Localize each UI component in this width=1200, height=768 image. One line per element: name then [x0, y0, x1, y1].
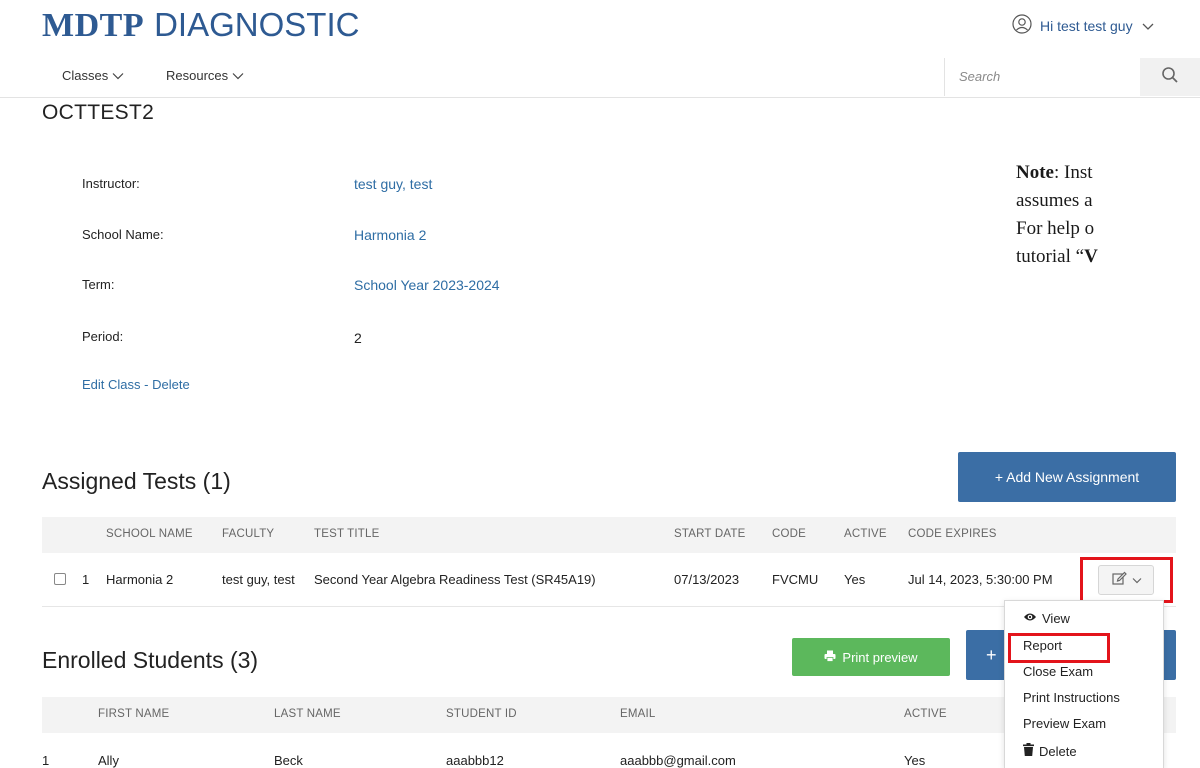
print-preview-button[interactable]: Print preview: [792, 638, 950, 676]
search-button[interactable]: [1140, 58, 1200, 96]
menu-item-delete[interactable]: Delete: [1023, 743, 1077, 759]
menu-item-view[interactable]: View: [1023, 611, 1070, 626]
period-value: 2: [354, 330, 362, 346]
user-menu[interactable]: Hi test test guy: [1012, 14, 1155, 37]
chevron-down-icon: [1141, 18, 1155, 34]
search-input[interactable]: Search: [944, 58, 1140, 96]
column-header: LAST NAME: [274, 708, 341, 720]
note-line3: For help o: [1016, 218, 1095, 239]
menu-item-label: View: [1042, 611, 1070, 626]
note-bold-label: Note: [1016, 162, 1054, 183]
chevron-down-icon: [232, 68, 244, 83]
nav-resources[interactable]: Resources: [166, 68, 244, 83]
user-avatar-icon: [1012, 14, 1032, 37]
menu-item-label: Delete: [1039, 743, 1077, 759]
class-actions: Edit Class - Delete: [82, 377, 190, 392]
student-first-name: Ally: [98, 753, 119, 768]
chevron-down-icon: [112, 68, 124, 83]
row-index: 1: [82, 572, 90, 587]
trash-icon: [1023, 743, 1034, 759]
nav-classes[interactable]: Classes: [62, 68, 124, 83]
column-header: START DATE: [674, 528, 746, 540]
search-icon: [1161, 66, 1179, 89]
edit-class-link[interactable]: Edit Class: [82, 377, 141, 392]
column-header: CODE EXPIRES: [908, 528, 997, 540]
student-active: Yes: [904, 753, 926, 768]
menu-item-label: Preview Exam: [1023, 716, 1107, 731]
term-link[interactable]: School Year 2023-2024: [354, 277, 500, 293]
row-actions-menu: View Report Close Exam Print Instruction…: [1004, 600, 1164, 768]
assigned-tests-title: Assigned Tests (1): [42, 468, 231, 494]
brand-name-light: DIAGNOSTIC: [154, 6, 360, 43]
school-name-label: School Name:: [82, 227, 164, 242]
user-greeting: Hi test test guy: [1040, 17, 1133, 34]
column-header: STUDENT ID: [446, 708, 517, 720]
row-test-title: Second Year Algebra Readiness Test (SR45…: [314, 572, 596, 587]
edit-icon: [1111, 570, 1127, 591]
row-checkbox[interactable]: [54, 573, 66, 585]
row-faculty-link[interactable]: test guy, test: [222, 572, 295, 587]
eye-icon: [1023, 611, 1037, 626]
column-header: TEST TITLE: [314, 528, 380, 540]
report-highlight: [1008, 633, 1110, 663]
link-separator: -: [144, 377, 149, 392]
row-code: FVCMU: [772, 572, 819, 587]
note-line4-bold: V: [1084, 246, 1098, 267]
note-line1: : Inst: [1053, 162, 1093, 183]
column-header: FACULTY: [222, 528, 275, 540]
search-placeholder: Search: [959, 69, 1001, 84]
delete-class-link[interactable]: Delete: [152, 377, 190, 392]
nav-classes-label: Classes: [62, 68, 109, 83]
add-new-assignment-button[interactable]: + Add New Assignment: [958, 452, 1176, 502]
row-active: Yes: [844, 572, 866, 587]
page-title: OCTTEST2: [42, 101, 155, 124]
add-student-label: +: [986, 644, 997, 665]
brand-name-bold: MDTP: [42, 7, 145, 44]
row-index: 1: [42, 753, 50, 768]
instructor-link[interactable]: test guy, test: [354, 176, 432, 192]
assigned-tests-header: SCHOOL NAME FACULTY TEST TITLE START DAT…: [42, 517, 1176, 553]
enrolled-students-title: Enrolled Students (3): [42, 647, 259, 673]
column-header: EMAIL: [620, 708, 656, 720]
student-id: aaabbb12: [446, 753, 504, 768]
student-last-name: Beck: [274, 753, 303, 768]
note-line2: assumes a: [1016, 190, 1093, 211]
column-header: SCHOOL NAME: [106, 528, 193, 540]
student-email: aaabbb@gmail.com: [620, 753, 736, 768]
column-header: CODE: [772, 528, 807, 540]
instruction-note: Note: Inst assumes a For help o tutorial…: [1016, 159, 1098, 271]
instructor-label: Instructor:: [82, 176, 140, 191]
brand-logo[interactable]: MDTP DIAGNOSTIC: [42, 6, 359, 45]
row-start-date: 07/13/2023: [674, 572, 740, 587]
school-name-link[interactable]: Harmonia 2: [354, 227, 426, 243]
column-header: ACTIVE: [904, 708, 947, 720]
row-actions-dropdown-button[interactable]: [1098, 565, 1154, 595]
nav-resources-label: Resources: [166, 68, 229, 83]
print-preview-label: Print preview: [842, 649, 918, 665]
note-line4: tutorial “: [1016, 246, 1085, 267]
printer-icon: [824, 650, 836, 665]
term-label: Term:: [82, 277, 115, 292]
column-header: FIRST NAME: [98, 708, 170, 720]
menu-item-label: Print Instructions: [1023, 690, 1120, 705]
menu-item-print-instructions[interactable]: Print Instructions: [1023, 690, 1120, 705]
menu-item-close-exam[interactable]: Close Exam: [1023, 664, 1093, 679]
column-header: ACTIVE: [844, 528, 887, 540]
main-nav: Classes Resources Search: [0, 58, 1200, 98]
menu-item-preview-exam[interactable]: Preview Exam: [1023, 716, 1106, 731]
chevron-down-icon: [1132, 571, 1142, 589]
table-row: 1 Harmonia 2 test guy, test Second Year …: [42, 553, 1176, 607]
row-school-link[interactable]: Harmonia 2: [106, 572, 173, 587]
row-code-expires: Jul 14, 2023, 5:30:00 PM: [908, 572, 1053, 587]
menu-item-label: Close Exam: [1023, 664, 1094, 679]
period-label: Period:: [82, 329, 124, 344]
